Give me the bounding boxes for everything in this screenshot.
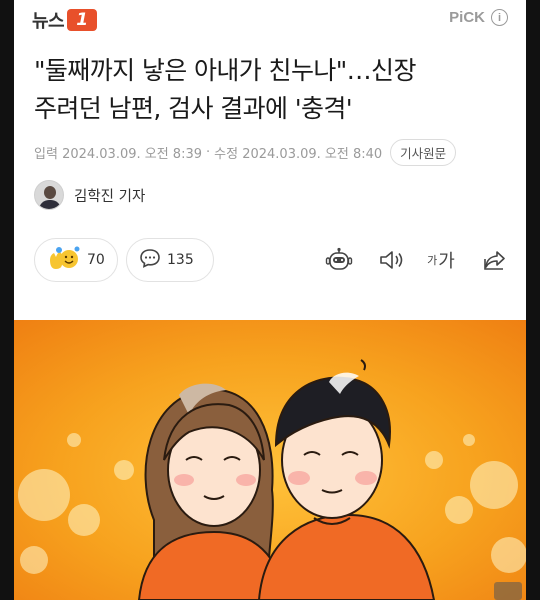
speaker-icon[interactable] [376, 246, 406, 274]
headline-line-1: "둘째까지 낳은 아내가 친누나"…신장 [34, 56, 416, 85]
meta-separator: · [206, 144, 211, 160]
modified-time: 2024.03.09. 오전 8:40 [242, 146, 383, 162]
article-headline: "둘째까지 낳은 아내가 친누나"…신장 주려던 남편, 검사 결과에 '충격' [34, 52, 514, 128]
reaction-emoji-icon [47, 246, 81, 274]
article-meta: 입력 2024.03.09. 오전 8:39 · 수정 2024.03.09. … [34, 138, 514, 166]
reaction-count: 70 [87, 252, 105, 268]
headline-line-2: 주려던 남편, 검사 결과에 '충격' [34, 94, 353, 123]
logo-text: 뉴스 [32, 11, 65, 32]
pick-badge[interactable]: PiCK i [449, 9, 508, 26]
published-label: 입력 [34, 146, 58, 162]
font-size-icon[interactable]: 가가 [426, 246, 456, 274]
comment-bubble-icon [139, 248, 161, 272]
font-size-small-label: 가 [427, 254, 438, 267]
pick-label: PiCK [449, 9, 485, 26]
reporter-name: 김학진 기자 [74, 188, 146, 205]
comment-button[interactable]: 135 [126, 238, 214, 282]
font-size-large-label: 가 [438, 251, 455, 272]
original-article-button[interactable]: 기사원문 [390, 138, 457, 166]
reporter-row[interactable]: 김학진 기자 [34, 178, 145, 212]
info-icon[interactable]: i [491, 9, 508, 26]
share-icon[interactable] [480, 246, 510, 274]
action-bar: 70 135 가 가 [34, 238, 510, 282]
top-bar: 뉴스 1 PiCK i [14, 0, 526, 40]
published-time: 2024.03.09. 오전 8:39 [62, 146, 203, 162]
reaction-button[interactable]: 70 [34, 238, 118, 282]
logo-badge: 1 [67, 9, 98, 31]
news1-logo[interactable]: 뉴스 1 [32, 6, 98, 34]
comment-count: 135 [167, 252, 194, 268]
article-card: 뉴스 1 PiCK i "둘째까지 낳은 아내가 친누나"…신장 주려던 남편,… [14, 0, 526, 600]
modified-label: 수정 [214, 146, 239, 162]
robot-summary-icon[interactable] [324, 246, 354, 274]
article-illustration [14, 320, 526, 600]
reporter-avatar [34, 180, 64, 210]
